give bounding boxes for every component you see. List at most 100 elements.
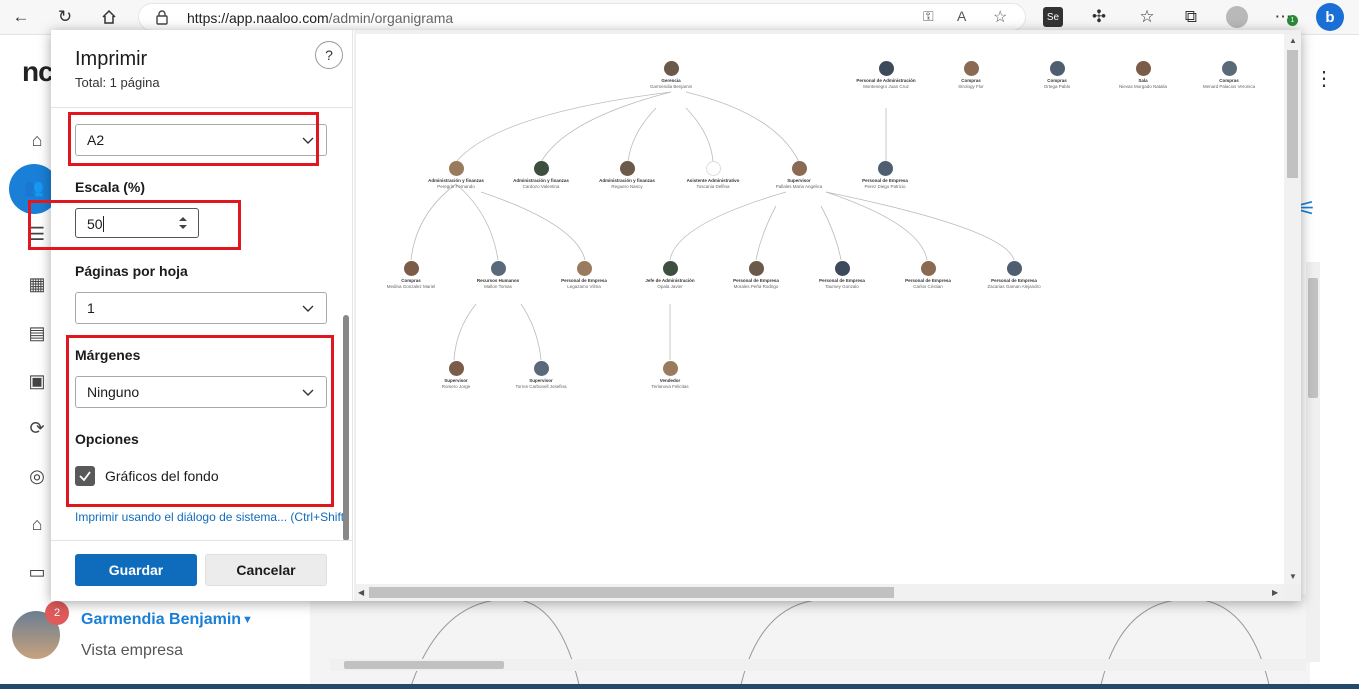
preview-horizontal-scrollbar[interactable]: ◀ ▶ — [356, 584, 1284, 601]
home-icon[interactable] — [98, 6, 120, 28]
org-node-n16: Personal de Empresa Morales Peña Rodrigo — [711, 261, 801, 289]
home-nav-icon[interactable]: ⌂ — [25, 128, 49, 152]
org-node-role: Vendedor — [659, 378, 681, 383]
org-avatar — [963, 61, 979, 76]
org-node-n10: Supervisor Pallales Maria Angelica — [754, 161, 844, 189]
org-node-n7: Administración y finanzas Cardozo Valenti… — [496, 161, 586, 189]
org-node-n3: Compras Ortega Pablo — [1012, 61, 1102, 89]
org-node-name: Toscania Delfina — [696, 184, 730, 189]
org-node-name: Menard Palacios Veronica — [1202, 84, 1256, 89]
org-node-n12: Compras Medina Gonzalez Mariel — [366, 261, 456, 289]
user-role: Vista empresa — [81, 642, 183, 659]
app-horizontal-scroll-thumb[interactable] — [344, 661, 504, 669]
org-node-n20: Supervisor Romero Jorge — [411, 361, 501, 389]
panel-divider — [51, 107, 353, 108]
save-button[interactable]: Guardar — [75, 554, 197, 586]
read-aloud-icon[interactable]: A — [957, 8, 966, 24]
app-vertical-scrollbar[interactable] — [1306, 262, 1320, 662]
system-dialog-link[interactable]: Imprimir usando el diálogo de sistema...… — [75, 510, 345, 524]
org-avatar — [533, 161, 549, 176]
print-title: Imprimir — [75, 48, 148, 70]
org-avatar — [791, 161, 807, 176]
org-avatar — [448, 361, 464, 376]
network-nav-icon[interactable]: ◎ — [25, 464, 49, 488]
preview-vertical-scroll-thumb[interactable] — [1287, 50, 1298, 178]
help-button[interactable]: ? — [315, 41, 343, 69]
org-node-name: Zacarias Gaman Alejandro — [987, 284, 1041, 289]
sync-nav-icon[interactable]: ⟳ — [25, 416, 49, 440]
url-text[interactable]: https://app.naaloo.com/admin/organigrama — [187, 10, 453, 26]
scroll-right-icon[interactable]: ▶ — [1272, 588, 1278, 597]
kebab-menu-icon[interactable]: ⋮ — [1314, 66, 1334, 91]
app-canvas-lines — [409, 598, 1271, 689]
panel-scrollbar[interactable] — [343, 315, 349, 541]
favorites-icon[interactable]: ☆ — [1136, 6, 1158, 28]
user-notification-badge: 2 — [45, 601, 69, 625]
org-node-name: Strology Flor — [958, 84, 984, 89]
org-node-role: Asistente Administrativo — [686, 178, 740, 183]
highlight-paper-size — [68, 112, 319, 166]
url-path: /admin/organigrama — [328, 10, 454, 26]
user-name[interactable]: Garmendia Benjamin — [81, 611, 241, 629]
collections-icon[interactable]: ⧉ — [1180, 6, 1202, 28]
org-node-name: Romero Jorge — [441, 384, 471, 389]
org-node-role: Personal de Empresa — [905, 278, 951, 283]
profile-extension-icon[interactable]: Se — [1043, 7, 1063, 27]
org-node-role: Jefe de Administración — [645, 278, 695, 283]
extensions-icon[interactable]: ✣ — [1088, 6, 1110, 28]
org-node-name: Carlos Cristian — [913, 284, 943, 289]
preview-horizontal-scroll-thumb[interactable] — [369, 587, 894, 598]
org-node-n4: Sala Nievas Morgado Natalia — [1098, 61, 1188, 89]
print-dialog: Imprimir Total: 1 página ? A2 Escala (%)… — [28, 30, 1301, 601]
notification-badge-text: 1 — [1290, 17, 1295, 24]
org-node-n6: Administración y finanzas Peregrin Fernan… — [411, 161, 501, 189]
pages-per-sheet-select[interactable]: 1 — [75, 292, 327, 324]
lock-icon[interactable] — [155, 9, 169, 30]
org-avatar — [834, 261, 850, 276]
org-avatar — [490, 261, 506, 276]
scroll-up-icon[interactable]: ▲ — [1289, 36, 1297, 45]
org-avatar — [662, 261, 678, 276]
org-avatar — [403, 261, 419, 276]
org-node-n14: Personal de Empresa Legazamo Vilma — [539, 261, 629, 289]
org-node-n13: Recursos Humanos Mallon Tomas — [453, 261, 543, 289]
add-favorite-icon[interactable]: ☆ — [993, 7, 1007, 27]
calendar-nav-icon[interactable]: ▦ — [25, 272, 49, 296]
address-bar[interactable]: https://app.naaloo.com/admin/organigrama… — [138, 3, 1026, 31]
app-horizontal-scrollbar[interactable] — [330, 659, 1306, 671]
org-node-role: Supervisor — [529, 378, 553, 383]
org-node-role: Compras — [401, 278, 421, 283]
org-node-role: Personal de Empresa — [733, 278, 779, 283]
highlight-scale — [28, 200, 241, 250]
preview-vertical-scrollbar[interactable]: ▲ ▼ — [1284, 34, 1301, 584]
highlight-margins-options — [66, 335, 334, 507]
org-node-name: Legazamo Vilma — [567, 284, 601, 289]
education-nav-icon[interactable]: ⌂ — [25, 512, 49, 536]
user-profile-icon[interactable] — [1226, 6, 1248, 28]
archive-nav-icon[interactable]: ▭ — [25, 560, 49, 584]
org-avatar — [1221, 61, 1237, 76]
org-node-name: Peregrin Fernando — [437, 184, 475, 189]
scroll-left-icon[interactable]: ◀ — [358, 588, 364, 597]
document-nav-icon[interactable]: ▤ — [25, 321, 49, 345]
org-node-n8: Administración y finanzas Reguero Nancy — [582, 161, 672, 189]
org-avatar — [1135, 61, 1151, 76]
back-icon[interactable]: ← — [10, 6, 32, 28]
org-node-n22: Vendedor Terlanova Felicitas — [625, 361, 715, 389]
org-node-name: Pallales Maria Angelica — [775, 184, 823, 189]
app-vertical-scroll-thumb[interactable] — [1308, 278, 1318, 398]
org-avatar — [619, 161, 635, 176]
user-menu-caret-icon[interactable]: ▼ — [242, 614, 253, 626]
scroll-down-icon[interactable]: ▼ — [1289, 572, 1297, 581]
app-logo: nc — [22, 56, 54, 87]
org-node-role: Sala — [1138, 78, 1148, 83]
key-icon[interactable]: ⚿ — [923, 8, 934, 25]
org-node-n21: Supervisor Torres Carbonell Josefina — [496, 361, 586, 389]
cancel-button[interactable]: Cancelar — [205, 554, 327, 586]
reload-icon[interactable]: ↻ — [54, 6, 76, 28]
app-bottom-strip — [0, 684, 1359, 689]
org-node-n9: Asistente Administrativo Toscania Delfina — [668, 161, 758, 189]
bing-copilot-icon[interactable]: b — [1316, 3, 1344, 31]
pages-per-sheet-label: Páginas por hoja — [75, 263, 188, 279]
event-nav-icon[interactable]: ▣ — [25, 369, 49, 393]
